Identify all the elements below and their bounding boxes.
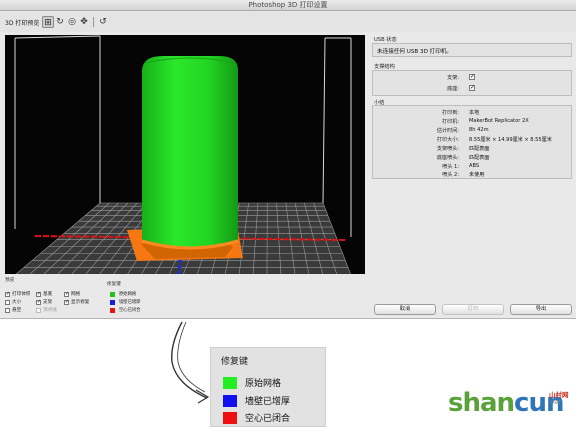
screenshot-stage: Photoshop 3D 打印设置 3D 打印预览 ⊞ ↻ ◎ ✥ ↺ 预览 ✓… <box>0 0 576 432</box>
callout-label: 原始网格 <box>245 379 282 389</box>
watermark-cn: 山村网 <box>549 391 569 399</box>
color-swatch <box>223 376 237 389</box>
callout-row-walls-thickened: 墙壁已增厚 <box>223 394 290 407</box>
color-swatch <box>223 411 237 424</box>
callout-title: 修复键 <box>221 357 249 367</box>
watermark-logo: shancun 山村网 .net <box>446 386 576 426</box>
repair-key-callout: 修复键 原始网格 墙壁已增厚 空心已闭合 <box>210 347 326 427</box>
callout-row-original-mesh: 原始网格 <box>223 376 281 389</box>
callout-row-holes-closed: 空心已闭合 <box>223 411 290 424</box>
color-swatch <box>223 394 237 407</box>
watermark-net: .net <box>549 399 561 406</box>
callout-label: 空心已闭合 <box>245 414 291 424</box>
watermark-text: shancun <box>448 388 564 418</box>
callout-label: 墙壁已增厚 <box>245 397 291 407</box>
